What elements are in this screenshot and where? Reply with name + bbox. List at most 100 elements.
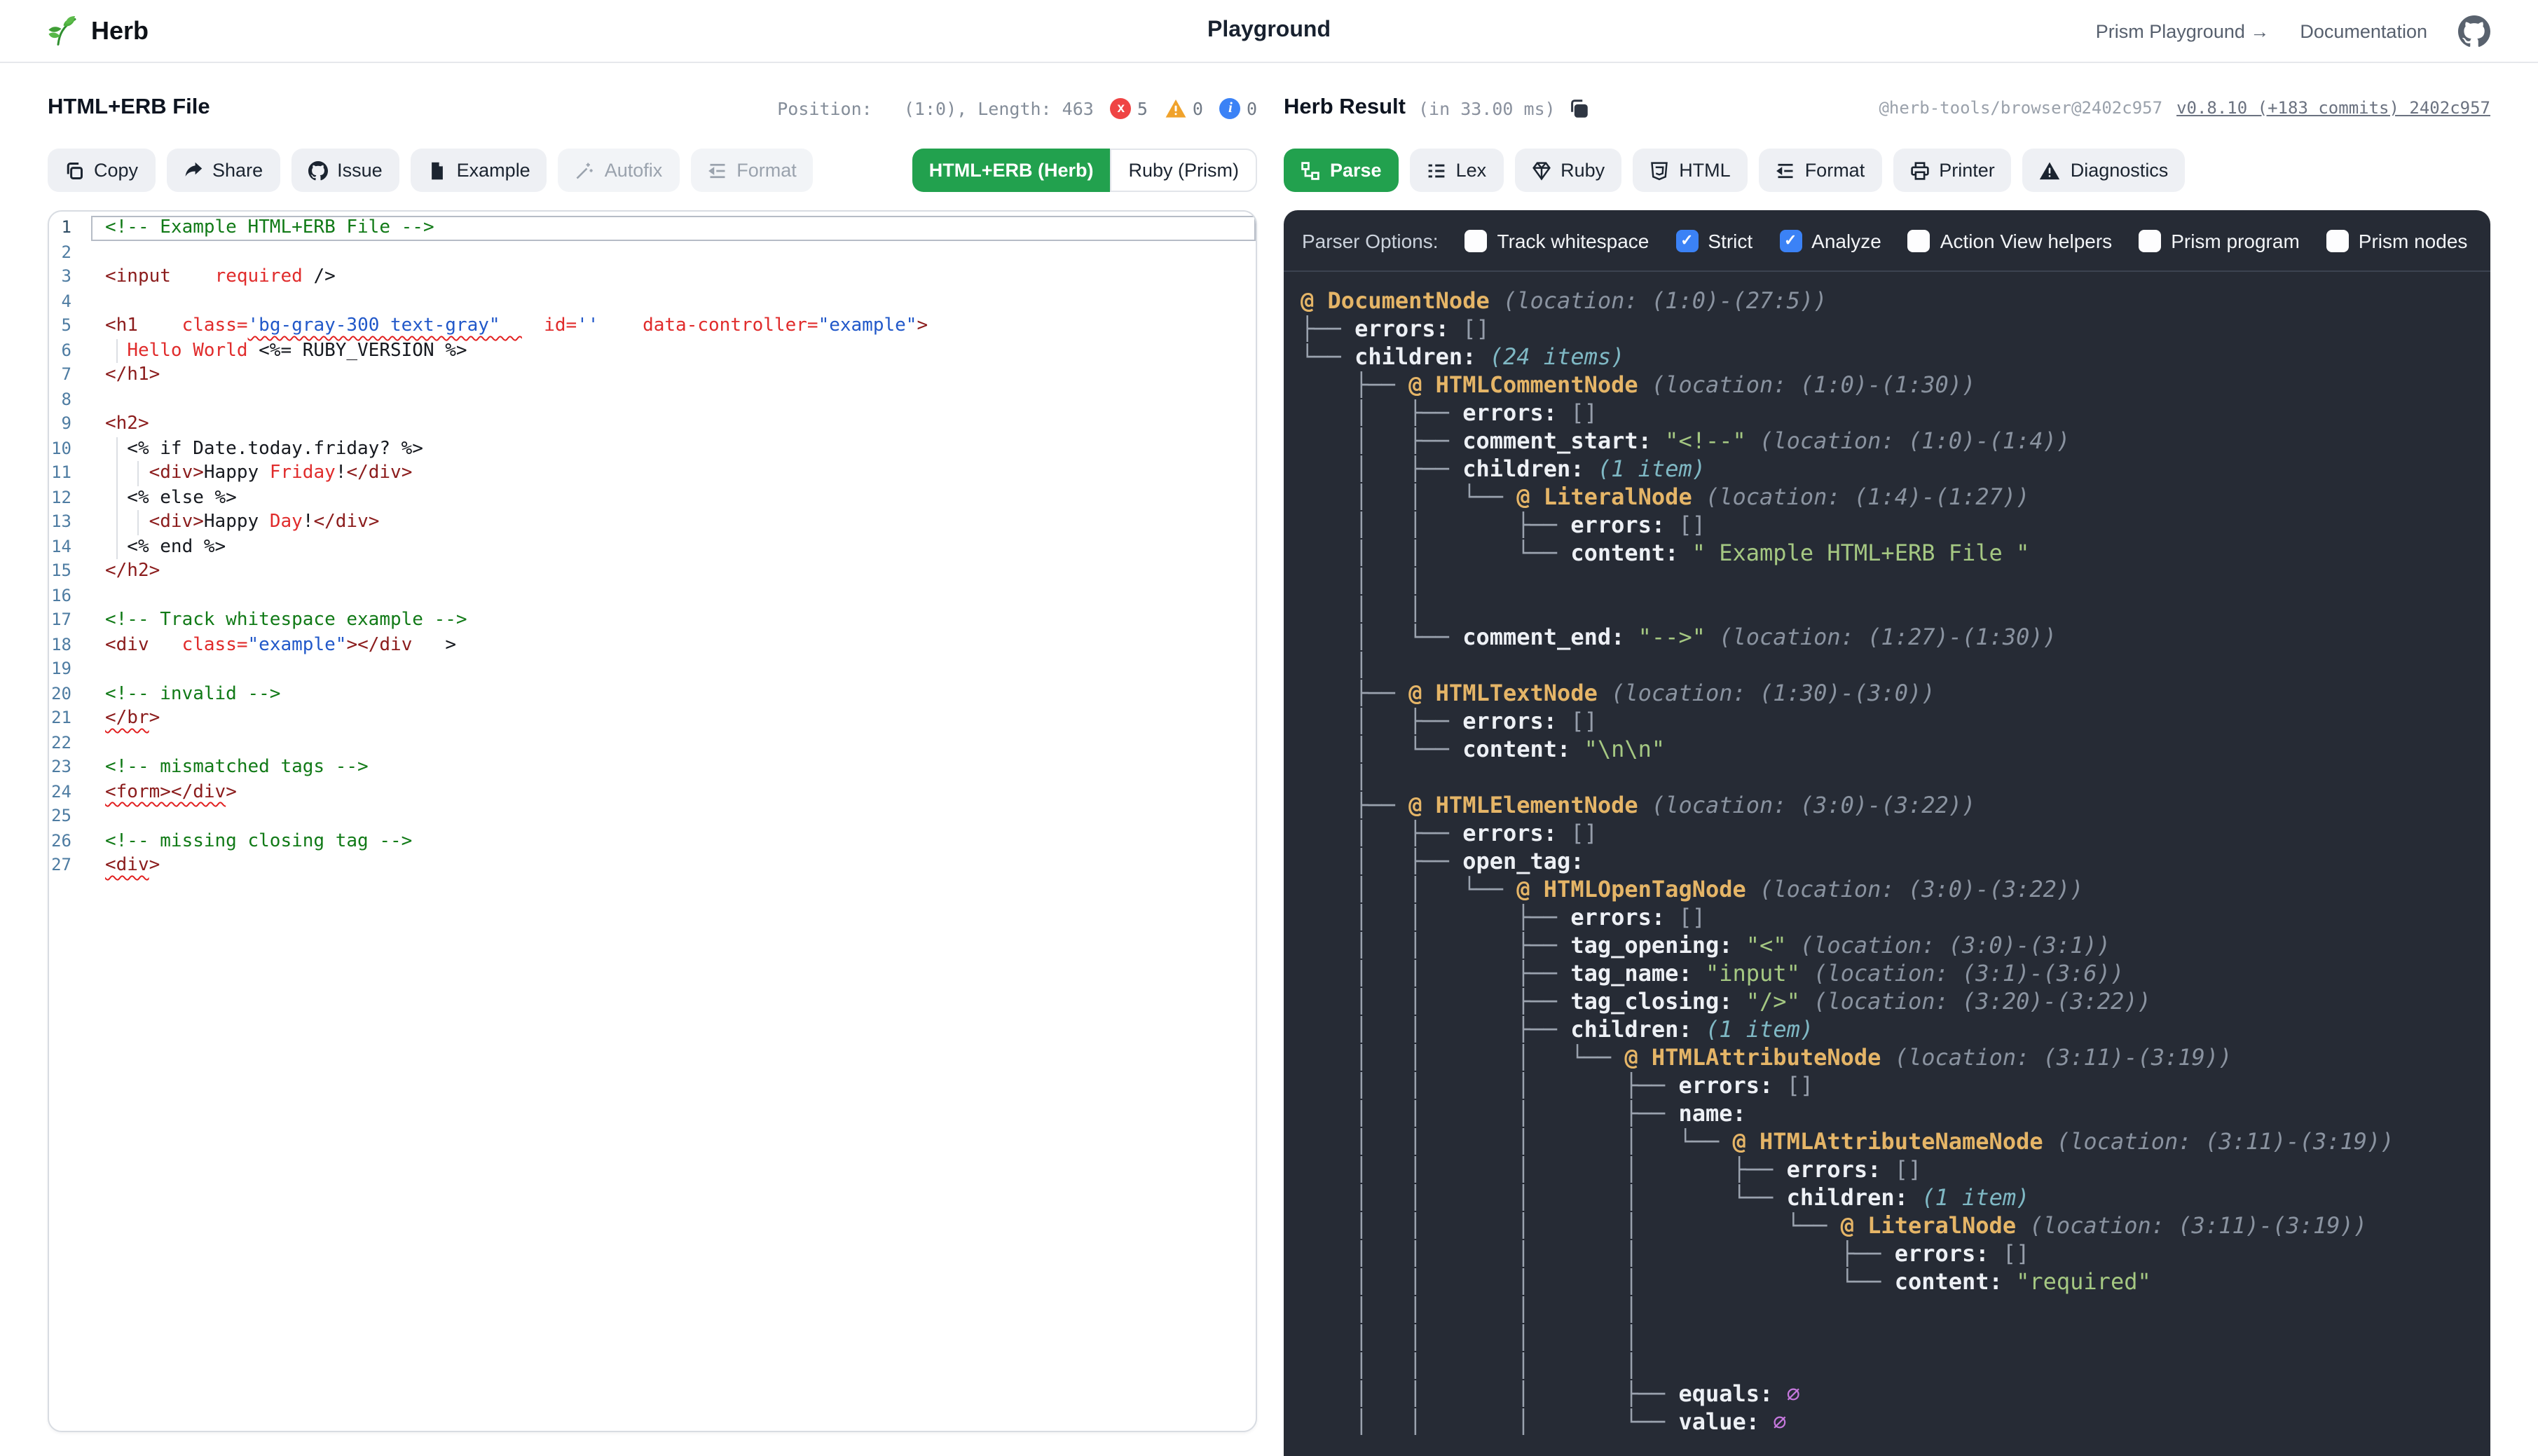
code-line-content[interactable]: <% end %> (91, 535, 1256, 559)
code-line-content[interactable] (91, 731, 1256, 755)
version-link[interactable]: v0.8.10 (+183 commits) 2402c957 (2176, 98, 2490, 118)
checkbox-checked[interactable]: ✓ (1675, 229, 1698, 252)
example-button[interactable]: Example (411, 149, 547, 192)
code-line-12[interactable]: 12 <% else %> (49, 486, 1256, 510)
code-line-22[interactable]: 22 (49, 731, 1256, 755)
code-line-content[interactable] (91, 657, 1256, 682)
line-number[interactable]: 19 (49, 657, 91, 682)
copy-button[interactable]: Copy (48, 149, 155, 192)
code-line-content[interactable]: </br> (91, 706, 1256, 731)
line-number[interactable]: 22 (49, 731, 91, 755)
ruby-button[interactable]: Ruby (1514, 149, 1621, 192)
code-line-content[interactable]: <div>Happy Friday!</div> (91, 461, 1256, 486)
tab-ruby-prism[interactable]: Ruby (Prism) (1110, 149, 1257, 192)
code-line-14[interactable]: 14 <% end %> (49, 535, 1256, 559)
nav-link-documentation[interactable]: Documentation (2300, 20, 2427, 41)
line-number[interactable]: 2 (49, 240, 91, 265)
code-line-content[interactable]: <!-- mismatched tags --> (91, 755, 1256, 780)
code-line-5[interactable]: 5<h1 class='bg-gray-300 text-gray" id=''… (49, 314, 1256, 338)
line-number[interactable]: 5 (49, 314, 91, 338)
line-number[interactable]: 11 (49, 461, 91, 486)
code-line-10[interactable]: 10 <% if Date.today.friday? %> (49, 437, 1256, 461)
parser-option-track-whitespace[interactable]: Track whitespace (1465, 229, 1649, 252)
code-line-content[interactable]: <div>Happy Day!</div> (91, 510, 1256, 535)
code-line-24[interactable]: 24<form></div> (49, 780, 1256, 804)
line-number[interactable]: 16 (49, 584, 91, 608)
code-line-6[interactable]: 6 Hello World <%= RUBY_VERSION %> (49, 338, 1256, 363)
format-button[interactable]: Format (690, 149, 814, 192)
code-line-13[interactable]: 13 <div>Happy Day!</div> (49, 510, 1256, 535)
line-number[interactable]: 14 (49, 535, 91, 559)
code-line-content[interactable]: <h1 class='bg-gray-300 text-gray" id='' … (91, 314, 1256, 338)
checkbox-unchecked[interactable] (2139, 229, 2161, 252)
code-line-19[interactable]: 19 (49, 657, 1256, 682)
checkbox-unchecked[interactable] (1465, 229, 1488, 252)
line-number[interactable]: 13 (49, 510, 91, 535)
line-number[interactable]: 9 (49, 412, 91, 437)
code-line-7[interactable]: 7</h1> (49, 363, 1256, 387)
code-line-2[interactable]: 2 (49, 240, 1256, 265)
code-line-3[interactable]: 3<input required /> (49, 265, 1256, 289)
code-line-16[interactable]: 16 (49, 584, 1256, 608)
line-number[interactable]: 15 (49, 559, 91, 584)
line-number[interactable]: 21 (49, 706, 91, 731)
ast-tree[interactable]: @ DocumentNode (location: (1:0)-(27:5))├… (1284, 272, 2490, 1436)
tab-html-erb-herb[interactable]: HTML+ERB (Herb) (912, 149, 1111, 192)
line-number[interactable]: 25 (49, 804, 91, 829)
autofix-button[interactable]: Autofix (558, 149, 680, 192)
line-number[interactable]: 10 (49, 437, 91, 461)
code-line-18[interactable]: 18<div class="example"></div > (49, 633, 1256, 657)
code-line-content[interactable]: <input required /> (91, 265, 1256, 289)
code-editor[interactable]: 1<!-- Example HTML+ERB File -->23<input … (48, 210, 1257, 1432)
nav-link-prism-playground[interactable]: Prism Playground → (2096, 20, 2270, 41)
checkbox-checked[interactable]: ✓ (1779, 229, 1802, 252)
parser-option-prism-program[interactable]: Prism program (2139, 229, 2300, 252)
code-line-4[interactable]: 4 (49, 289, 1256, 314)
code-line-content[interactable]: <!-- Track whitespace example --> (91, 608, 1256, 633)
diagnostics-button[interactable]: Diagnostics (2023, 149, 2186, 192)
herb-logo[interactable]: Herb (48, 14, 149, 48)
code-line-content[interactable]: <div> (91, 853, 1256, 878)
share-button[interactable]: Share (166, 149, 280, 192)
code-line-26[interactable]: 26<!-- missing closing tag --> (49, 829, 1256, 853)
code-line-content[interactable]: <form></div> (91, 780, 1256, 804)
code-line-11[interactable]: 11 <div>Happy Friday!</div> (49, 461, 1256, 486)
code-line-content[interactable] (91, 240, 1256, 265)
line-number[interactable]: 24 (49, 780, 91, 804)
parser-option-analyze[interactable]: ✓Analyze (1779, 229, 1881, 252)
code-line-17[interactable]: 17<!-- Track whitespace example --> (49, 608, 1256, 633)
line-number[interactable]: 4 (49, 289, 91, 314)
code-line-content[interactable] (91, 387, 1256, 412)
line-number[interactable]: 8 (49, 387, 91, 412)
code-line-8[interactable]: 8 (49, 387, 1256, 412)
line-number[interactable]: 6 (49, 338, 91, 363)
line-number[interactable]: 3 (49, 265, 91, 289)
line-number[interactable]: 7 (49, 363, 91, 387)
parser-option-prism-nodes[interactable]: Prism nodes (2326, 229, 2468, 252)
parser-option-action-view-helpers[interactable]: Action View helpers (1908, 229, 2112, 252)
github-icon[interactable] (2458, 15, 2490, 47)
line-number[interactable]: 18 (49, 633, 91, 657)
line-number[interactable]: 1 (49, 216, 91, 240)
code-line-content[interactable] (91, 584, 1256, 608)
checkbox-unchecked[interactable] (1908, 229, 1930, 252)
line-number[interactable]: 26 (49, 829, 91, 853)
line-number[interactable]: 20 (49, 682, 91, 706)
line-number[interactable]: 12 (49, 486, 91, 510)
code-line-content[interactable]: <div class="example"></div > (91, 633, 1256, 657)
code-line-content[interactable]: <!-- invalid --> (91, 682, 1256, 706)
printer-button[interactable]: Printer (1893, 149, 2012, 192)
code-line-content[interactable]: <% else %> (91, 486, 1256, 510)
code-line-23[interactable]: 23<!-- mismatched tags --> (49, 755, 1256, 780)
lex-button[interactable]: Lex (1410, 149, 1504, 192)
html-button[interactable]: HTML (1633, 149, 1748, 192)
parser-option-strict[interactable]: ✓Strict (1675, 229, 1752, 252)
code-line-9[interactable]: 9<h2> (49, 412, 1256, 437)
line-number[interactable]: 27 (49, 853, 91, 878)
code-line-21[interactable]: 21</br> (49, 706, 1256, 731)
code-line-1[interactable]: 1<!-- Example HTML+ERB File --> (49, 216, 1256, 240)
copy-result-icon[interactable] (1568, 97, 1589, 118)
code-line-15[interactable]: 15</h2> (49, 559, 1256, 584)
code-line-27[interactable]: 27<div> (49, 853, 1256, 878)
code-line-content[interactable]: <h2> (91, 412, 1256, 437)
